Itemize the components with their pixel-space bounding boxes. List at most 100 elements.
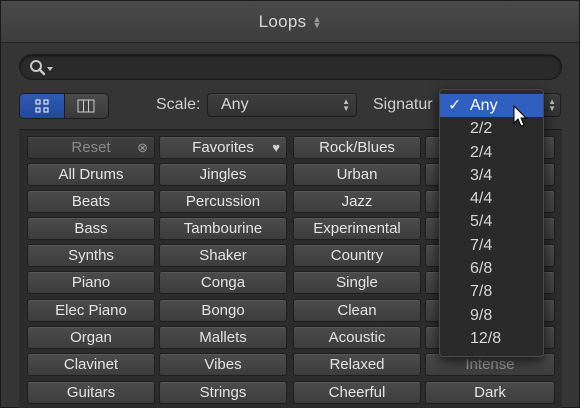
signature-menu-item[interactable]: 2/4: [440, 141, 543, 164]
window-title: Loops: [258, 11, 307, 31]
keyword-button[interactable]: Beats: [27, 190, 155, 213]
keyword-button[interactable]: Guitars: [27, 381, 155, 404]
keyword-label: Conga: [200, 274, 246, 291]
signature-menu-item-label: 4/4: [470, 190, 493, 208]
keyword-label: Bongo: [201, 302, 245, 319]
keyword-label: Relaxed: [329, 356, 385, 373]
loop-browser-window: Loops ▲ ▼ Scale: Any ▲ ▼ Signatur Reset …: [0, 0, 580, 408]
mouse-cursor-icon: [513, 105, 528, 127]
keyword-button[interactable]: Mallets: [159, 326, 287, 349]
signature-menu-item[interactable]: 4/4: [440, 187, 543, 210]
close-circle-icon: ⊗: [137, 140, 148, 155]
checkmark-icon: ✓: [448, 97, 462, 114]
signature-menu-item[interactable]: 6/8: [440, 257, 543, 280]
signature-menu-item[interactable]: 3/4: [440, 164, 543, 187]
keyword-label: Rock/Blues: [319, 139, 395, 156]
scale-popup[interactable]: Any ▲ ▼: [207, 93, 357, 117]
keyword-label: Jingles: [199, 166, 247, 183]
keyword-label: Country: [330, 247, 384, 264]
popup-stepper-icon: ▲ ▼: [548, 97, 556, 113]
heart-icon: ♥: [272, 140, 280, 155]
scale-label: Scale:: [156, 96, 201, 113]
signature-menu-item[interactable]: 12/8: [440, 327, 543, 350]
signature-menu-item[interactable]: 7/4: [440, 234, 543, 257]
view-mode-toggle[interactable]: [19, 93, 109, 119]
keyword-button[interactable]: Country: [293, 244, 421, 267]
keyword-label: Single: [336, 274, 378, 291]
signature-menu-item[interactable]: 7/8: [440, 280, 543, 303]
keyword-label: Dark: [474, 384, 506, 401]
button-view-button[interactable]: [20, 94, 64, 118]
keyword-button[interactable]: Jingles: [159, 163, 287, 186]
signature-menu[interactable]: ✓ Any 2/2 2/4 3/4 4/4 5/4 7/4 6/8 7/8 9/8 12/8: [439, 89, 544, 357]
keyword-button[interactable]: Piano: [27, 271, 155, 294]
keyword-button[interactable]: Dark: [425, 381, 555, 404]
keyword-label: Tambourine: [183, 220, 263, 237]
titlebar: Loops ▲ ▼: [1, 1, 579, 43]
reset-button[interactable]: Reset ⊗: [27, 136, 155, 159]
title-stepper-icon[interactable]: ▲ ▼: [312, 14, 321, 29]
keyword-button[interactable]: Shaker: [159, 244, 287, 267]
keyword-label: Beats: [71, 193, 111, 210]
signature-menu-item-label: 2/2: [470, 120, 493, 138]
keyword-label: Piano: [71, 274, 111, 291]
popup-stepper-icon: ▲ ▼: [342, 97, 350, 113]
keyword-button[interactable]: All Drums: [27, 163, 155, 186]
columns-icon: [77, 99, 95, 113]
signature-menu-item[interactable]: 5/4: [440, 210, 543, 233]
column-view-button[interactable]: [63, 94, 109, 118]
keyword-label: Guitars: [66, 384, 116, 401]
keyword-label: Percussion: [185, 193, 261, 210]
keyword-button[interactable]: Bass: [27, 217, 155, 240]
grid-icon: [35, 99, 49, 113]
keyword-label: Reset: [71, 139, 111, 156]
keyword-label: Acoustic: [328, 329, 386, 346]
favorites-button[interactable]: Favorites ♥: [159, 136, 287, 159]
keyword-label: All Drums: [58, 166, 124, 183]
scale-value: Any: [221, 96, 249, 113]
keyword-button[interactable]: Tambourine: [159, 217, 287, 240]
keyword-label: Jazz: [341, 193, 373, 210]
signature-popup-stepper[interactable]: ▲ ▼: [544, 93, 561, 117]
keyword-button[interactable]: Elec Piano: [27, 299, 155, 322]
keyword-label: Strings: [199, 384, 247, 401]
keyword-button[interactable]: Single: [293, 271, 421, 294]
keyword-label: Mallets: [199, 329, 247, 346]
keyword-button[interactable]: Cheerful: [293, 381, 421, 404]
keyword-button[interactable]: Strings: [159, 381, 287, 404]
keyword-label: Organ: [70, 329, 112, 346]
signature-menu-item-label: 9/8: [470, 306, 493, 324]
signature-menu-item-label: 2/4: [470, 143, 493, 161]
keyword-button[interactable]: Synths: [27, 244, 155, 267]
keyword-button[interactable]: Jazz: [293, 190, 421, 213]
keyword-label: Elec Piano: [55, 302, 127, 319]
keyword-button[interactable]: Clean: [293, 299, 421, 322]
keyword-button[interactable]: Vibes: [159, 353, 287, 376]
keyword-label: Synths: [68, 247, 114, 264]
keyword-button[interactable]: Conga: [159, 271, 287, 294]
keyword-label: Urban: [336, 166, 378, 183]
signature-label: Signatur: [373, 96, 433, 113]
keyword-button[interactable]: Relaxed: [293, 353, 421, 376]
search-field[interactable]: [19, 54, 562, 80]
keyword-button[interactable]: Urban: [293, 163, 421, 186]
signature-menu-item[interactable]: 9/8: [440, 304, 543, 327]
keyword-button[interactable]: Clavinet: [27, 353, 155, 376]
signature-menu-item-label: 7/4: [470, 236, 493, 254]
keyword-button[interactable]: Experimental: [293, 217, 421, 240]
keyword-button[interactable]: Organ: [27, 326, 155, 349]
keyword-button[interactable]: Acoustic: [293, 326, 421, 349]
search-icon[interactable]: [29, 59, 55, 77]
keyword-label: Clavinet: [63, 356, 119, 373]
keyword-button[interactable]: Rock/Blues: [293, 136, 421, 159]
keyword-label: Vibes: [204, 356, 242, 373]
keyword-label: Shaker: [199, 247, 247, 264]
signature-menu-item-label: 6/8: [470, 260, 493, 278]
keyword-label: Bass: [74, 220, 108, 237]
keyword-label: Clean: [337, 302, 377, 319]
signature-menu-item-label: Any: [470, 97, 498, 114]
keyword-button[interactable]: Percussion: [159, 190, 287, 213]
keyword-button[interactable]: Bongo: [159, 299, 287, 322]
keyword-label: Experimental: [313, 220, 401, 237]
keyword-label: Intense: [465, 356, 515, 373]
